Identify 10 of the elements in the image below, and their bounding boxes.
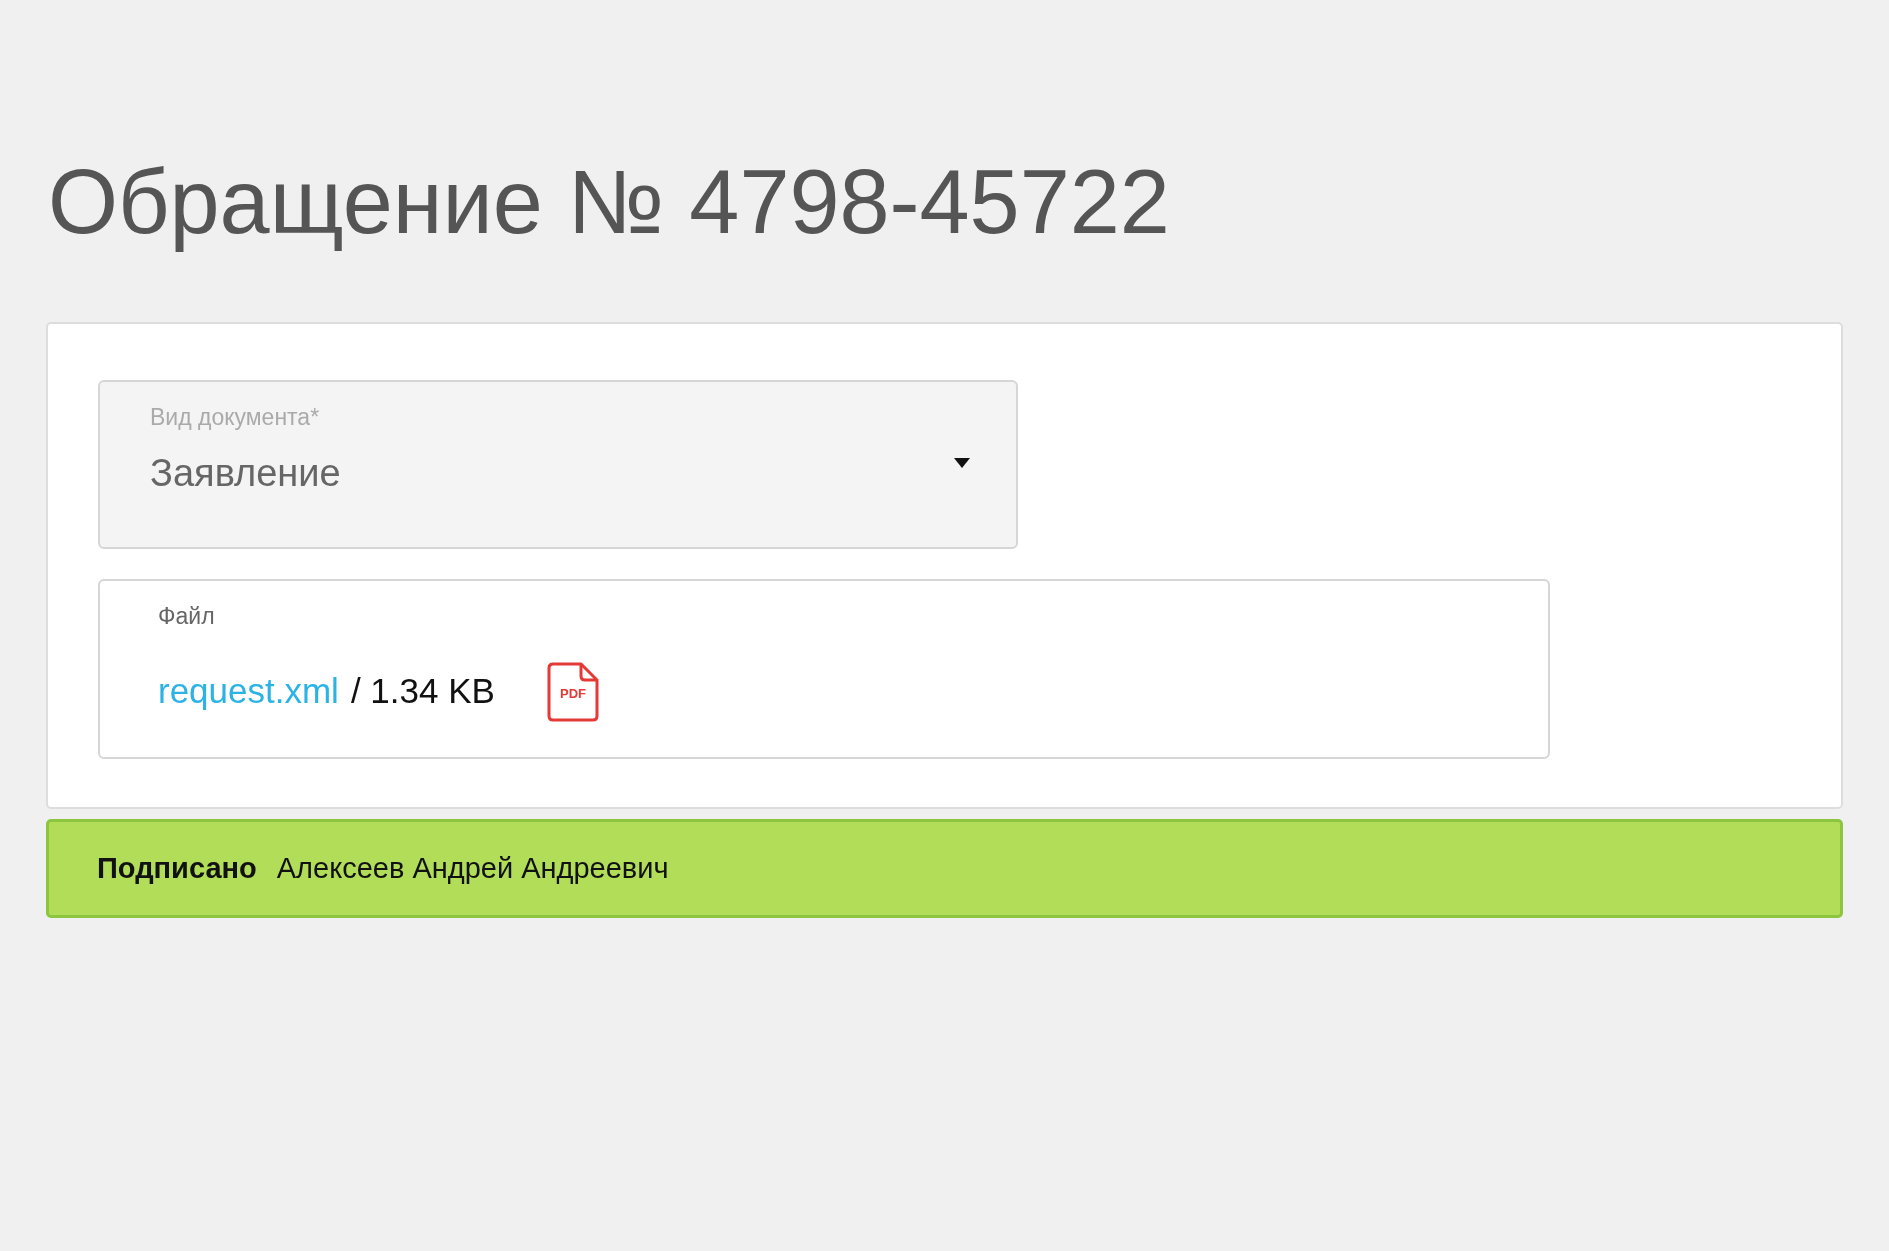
document-type-select[interactable]: Вид документа* Заявление — [98, 380, 1018, 549]
pdf-file-icon: PDF — [546, 661, 599, 722]
file-size: / 1.34 KB — [350, 670, 495, 713]
signature-status: Подписано — [97, 850, 257, 886]
page-title: Обращение № 4798-45722 — [48, 151, 1171, 254]
signer-name: Алексеев Андрей Андреевич — [276, 850, 669, 886]
selected-value: Заявление — [150, 450, 341, 496]
field-label: Файл — [158, 603, 215, 629]
dropdown-caret-icon — [954, 458, 970, 468]
field-label: Вид документа* — [150, 404, 320, 430]
